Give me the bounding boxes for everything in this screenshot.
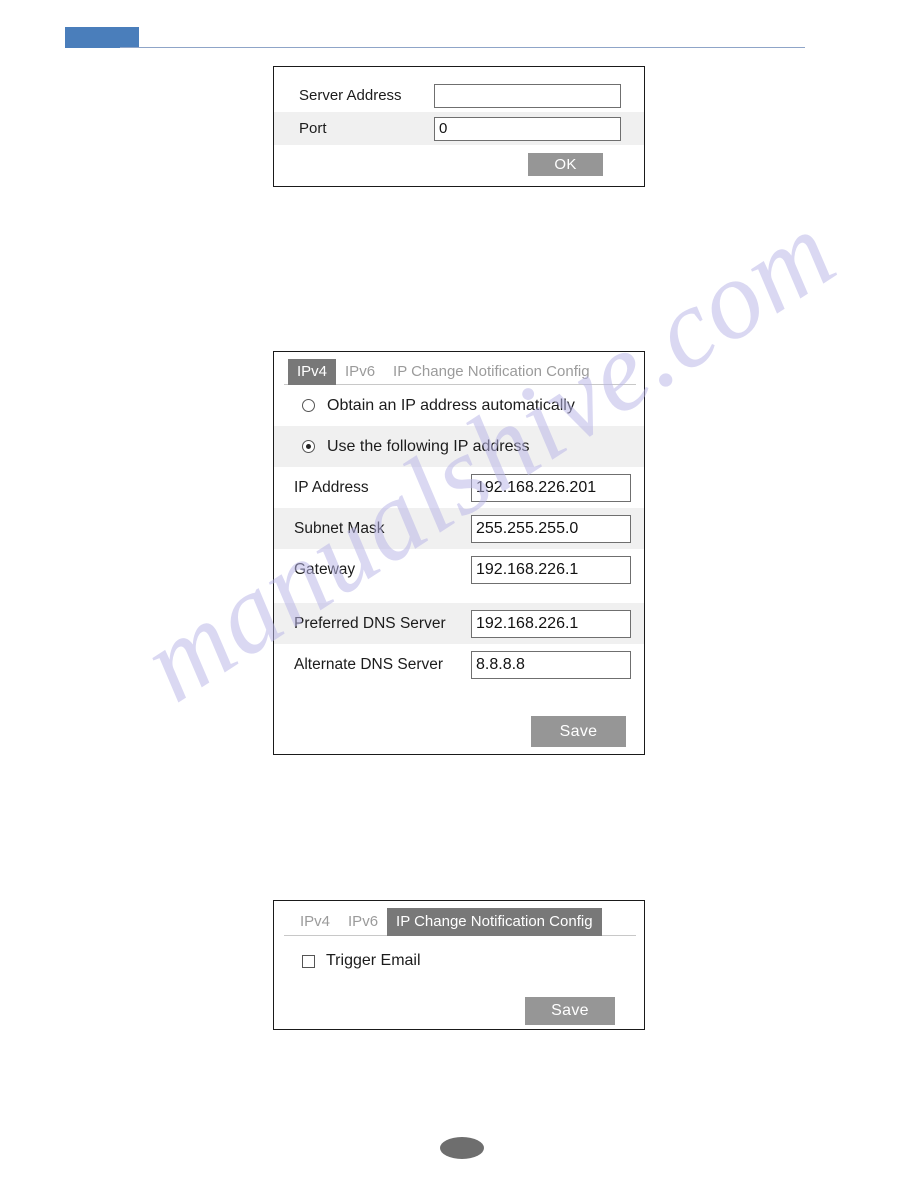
tab-ipv4-notify[interactable]: IPv4 (291, 908, 339, 936)
gateway-input[interactable]: 192.168.226.1 (471, 555, 631, 584)
alternate-dns-label: Alternate DNS Server (294, 655, 444, 673)
network-config-panel: IPv4 IPv6 IP Change Notification Config … (273, 351, 645, 755)
tab-ip-change-notification-config-active[interactable]: IP Change Notification Config (387, 908, 602, 936)
radio-row-use-following[interactable]: Use the following IP address (274, 426, 644, 467)
tab-ipv6[interactable]: IPv6 (336, 359, 384, 385)
radio-icon-obtain-auto[interactable] (302, 399, 315, 412)
port-input[interactable]: 0 (434, 116, 621, 141)
ip-address-input[interactable]: 192.168.226.201 (471, 473, 631, 502)
server-address-panel: Server Address Port 0 OK (273, 66, 645, 187)
page-number-marker (440, 1137, 484, 1159)
header-accent-bar (65, 27, 139, 48)
preferred-dns-row: Preferred DNS Server 192.168.226.1 (274, 603, 644, 644)
alternate-dns-input[interactable]: 8.8.8.8 (471, 650, 631, 679)
gateway-label: Gateway (294, 560, 356, 578)
subnet-mask-row: Subnet Mask 255.255.255.0 (274, 508, 644, 549)
row-spacer (274, 590, 644, 603)
radio-label-use-following: Use the following IP address (327, 437, 530, 455)
checkbox-icon-trigger-email[interactable] (302, 954, 315, 968)
radio-label-obtain-auto: Obtain an IP address automatically (327, 396, 575, 414)
preferred-dns-input[interactable]: 192.168.226.1 (471, 609, 631, 638)
subnet-mask-input[interactable]: 255.255.255.0 (471, 514, 631, 543)
port-row: Port 0 (274, 112, 644, 145)
ip-change-notification-panel: IPv4 IPv6 IP Change Notification Config … (273, 900, 645, 1030)
ip-address-row: IP Address 192.168.226.201 (274, 467, 644, 508)
radio-row-obtain-auto[interactable]: Obtain an IP address automatically (274, 385, 644, 426)
trigger-email-row[interactable]: Trigger Email (274, 942, 644, 980)
ok-button[interactable]: OK (528, 153, 603, 176)
ip-address-label: IP Address (294, 478, 369, 496)
tab-ipv6-notify[interactable]: IPv6 (339, 908, 387, 936)
trigger-email-label: Trigger Email (326, 952, 421, 969)
server-address-row: Server Address (274, 79, 644, 112)
tab-ip-change-notification-config[interactable]: IP Change Notification Config (384, 359, 599, 385)
server-address-input[interactable] (434, 83, 621, 108)
preferred-dns-label: Preferred DNS Server (294, 614, 446, 632)
notification-tabs: IPv4 IPv6 IP Change Notification Config (274, 901, 644, 936)
network-tabs: IPv4 IPv6 IP Change Notification Config (274, 352, 644, 385)
alternate-dns-row: Alternate DNS Server 8.8.8.8 (274, 644, 644, 685)
header-divider-rule (120, 47, 805, 48)
radio-icon-use-following[interactable] (302, 440, 315, 453)
save-button-notification[interactable]: Save (525, 997, 615, 1025)
tab-ipv4[interactable]: IPv4 (288, 359, 337, 385)
gateway-row: Gateway 192.168.226.1 (274, 549, 644, 590)
port-label: Port (299, 120, 327, 137)
subnet-mask-label: Subnet Mask (294, 519, 385, 537)
save-button-ipv4[interactable]: Save (531, 716, 626, 747)
server-address-label: Server Address (299, 87, 402, 104)
